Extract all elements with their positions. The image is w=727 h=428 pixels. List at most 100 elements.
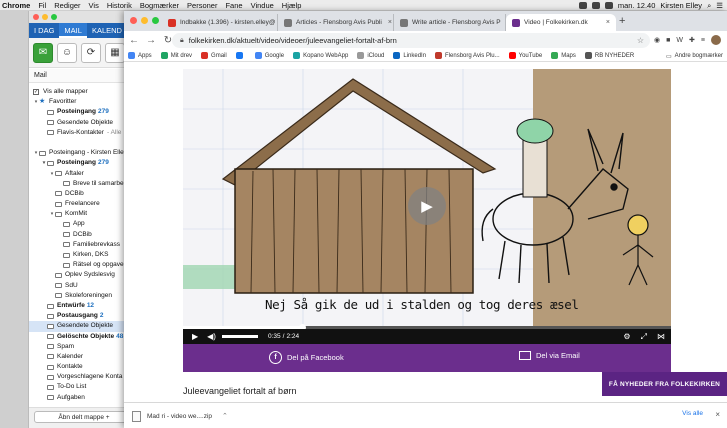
- menubar-clock[interactable]: man. 12.40: [618, 1, 656, 10]
- profile-avatar[interactable]: [710, 35, 721, 45]
- chevron-up-icon[interactable]: ⌃: [222, 412, 228, 420]
- menu-file[interactable]: Fil: [38, 1, 46, 10]
- folder-item[interactable]: Entwürfe 12: [29, 301, 139, 311]
- folder-item[interactable]: Aufgaben: [29, 393, 139, 403]
- download-filename[interactable]: Mad ri - video we....zip: [147, 413, 212, 420]
- folder-item[interactable]: ▾ ★ Favoritter: [29, 97, 139, 107]
- bookmark-item[interactable]: Maps: [551, 52, 576, 59]
- folder-item[interactable]: Flavis-Kontakter - Alle: [29, 128, 139, 138]
- menu-people[interactable]: Personer: [187, 1, 217, 10]
- folder-item[interactable]: Skoleforeningen: [29, 291, 139, 301]
- tab-mail[interactable]: MAIL: [59, 23, 87, 38]
- share-facebook-button[interactable]: f Del på Facebook: [269, 351, 344, 364]
- puzzle-icon[interactable]: ✚: [689, 36, 695, 44]
- bookmark-item[interactable]: [235, 52, 246, 59]
- address-bar[interactable]: 🔒︎ folkekirken.dk/aktuelt/video/videoer/…: [172, 33, 650, 48]
- folder-item[interactable]: ▾ Posteingang 279: [29, 158, 139, 168]
- other-bookmarks-folder[interactable]: ▭ Andre bogmærker: [666, 50, 723, 62]
- status-icon[interactable]: [578, 2, 587, 9]
- bookmark-item[interactable]: iCloud: [357, 52, 384, 59]
- fullscreen-icon[interactable]: ⤢: [641, 332, 647, 342]
- folder-item[interactable]: Spam: [29, 342, 139, 352]
- extension-icon[interactable]: ◉: [654, 36, 660, 44]
- settings-gear-icon[interactable]: ⚙: [623, 332, 630, 341]
- folder-item[interactable]: Kalender: [29, 352, 139, 362]
- download-item[interactable]: Mad ri - video we....zip ⌃: [132, 408, 228, 424]
- bookmark-item[interactable]: RB NYHEDER: [584, 52, 634, 59]
- url-text[interactable]: folkekirken.dk/aktuelt/video/videoer/jul…: [189, 36, 397, 45]
- wifi-icon[interactable]: [591, 2, 600, 9]
- folder-item[interactable]: SdU: [29, 281, 139, 291]
- folder-item[interactable]: Postausgang 2: [29, 311, 139, 321]
- bookmark-item[interactable]: Gmail: [201, 52, 227, 59]
- checkbox-icon[interactable]: ✓: [33, 89, 39, 96]
- close-window-button[interactable]: [33, 14, 39, 20]
- menubar-user[interactable]: Kirsten Elley: [660, 1, 702, 10]
- minimize-window-button[interactable]: [141, 17, 148, 24]
- show-all-downloads-link[interactable]: Vis alle: [682, 410, 703, 417]
- play-button[interactable]: ▶: [408, 187, 446, 225]
- new-tab-button[interactable]: +: [619, 15, 625, 27]
- folder-item[interactable]: Oplev Sydslesvig: [29, 270, 139, 280]
- menu-app-name[interactable]: Chrome: [2, 1, 30, 10]
- folder-item[interactable]: Kontakte: [29, 362, 139, 372]
- folder-item[interactable]: Gesendete Objekte: [29, 321, 139, 332]
- bookmark-item[interactable]: YouTube: [508, 52, 542, 59]
- bookmark-star-icon[interactable]: ☆: [637, 36, 644, 45]
- volume-slider[interactable]: [221, 335, 258, 338]
- sync-icon[interactable]: ⟳: [81, 42, 101, 63]
- folder-item[interactable]: Posteingang 279: [29, 107, 139, 117]
- bookmark-item[interactable]: Google: [254, 52, 284, 59]
- folder-item[interactable]: ▾ KomMit: [29, 209, 139, 219]
- folder-item[interactable]: DCBib: [29, 189, 139, 199]
- lock-icon[interactable]: 🔒︎: [180, 37, 184, 45]
- folder-item[interactable]: Gesendete Objekte: [29, 118, 139, 128]
- folder-item[interactable]: Gelöschte Objekte 48: [29, 332, 139, 342]
- menu-window[interactable]: Vindue: [251, 1, 274, 10]
- browser-tab-video[interactable]: Video | Folkekirken.dk ×: [506, 14, 616, 31]
- video-player[interactable]: ▶ Nej Så gik de ud i stalden og tog dere…: [183, 69, 671, 329]
- zoom-window-button[interactable]: [51, 14, 57, 20]
- close-tab-icon[interactable]: ×: [600, 19, 610, 26]
- minimize-window-button[interactable]: [42, 14, 48, 20]
- tab-today[interactable]: I DAG: [29, 23, 59, 38]
- forward-arrow-icon[interactable]: →: [144, 35, 158, 46]
- share-icon[interactable]: ⋈: [657, 332, 665, 341]
- menu-tab[interactable]: Fane: [225, 1, 242, 10]
- contact-card-icon[interactable]: ☺: [57, 42, 77, 63]
- folder-item[interactable]: To-Do List: [29, 382, 139, 392]
- play-toggle-icon[interactable]: ▶: [192, 332, 198, 341]
- menu-view[interactable]: Vis: [89, 1, 99, 10]
- menu-history[interactable]: Historik: [107, 1, 132, 10]
- calendar-icon[interactable]: ▦: [105, 42, 125, 63]
- back-arrow-icon[interactable]: ←: [127, 35, 141, 46]
- browser-tab-gmail[interactable]: Indbakke (1.396) - kirsten.elley@ ×: [162, 14, 278, 31]
- folder-item[interactable]: ▾ Posteingang - Kirsten Elley: [29, 148, 139, 158]
- extension-icon[interactable]: ■: [666, 37, 670, 44]
- extension-icon[interactable]: ≡: [701, 37, 705, 44]
- open-shared-folder-button[interactable]: Åbn delt mappe +: [34, 411, 134, 423]
- close-tab-icon[interactable]: ×: [382, 19, 392, 26]
- search-icon[interactable]: ⌕: [707, 1, 711, 11]
- newsletter-button[interactable]: FÅ NYHEDER FRA FOLKEKIRKEN: [602, 372, 727, 396]
- menu-list-icon[interactable]: ☰: [716, 1, 723, 10]
- show-all-folders-checkbox[interactable]: ✓ Vis alle mapper: [29, 87, 139, 97]
- menu-edit[interactable]: Rediger: [54, 1, 80, 10]
- folder-item[interactable]: Rätsel og opgave: [29, 260, 139, 270]
- menu-bookmarks[interactable]: Bogmærker: [140, 1, 179, 10]
- bookmark-item[interactable]: LinkedIn: [393, 52, 426, 59]
- folder-item[interactable]: Kirken, DKS: [29, 250, 139, 260]
- folder-item[interactable]: Vorgeschlagene Konta: [29, 372, 139, 382]
- folder-item[interactable]: Freelancere: [29, 199, 139, 209]
- menu-help[interactable]: Hjælp: [282, 1, 302, 10]
- folder-item[interactable]: ▾ Aftaler: [29, 169, 139, 179]
- folder-item[interactable]: DCBib: [29, 230, 139, 240]
- new-mail-button[interactable]: ✉: [33, 42, 53, 63]
- folder-item[interactable]: Familiebrevkass: [29, 240, 139, 250]
- extension-icon[interactable]: W: [676, 37, 683, 44]
- bookmark-item[interactable]: Flensborg Avis Plu...: [435, 52, 500, 59]
- bookmark-item[interactable]: Apps: [128, 52, 152, 59]
- browser-tab-articles[interactable]: Articles - Flensborg Avis Publi ×: [278, 14, 394, 31]
- bookmark-item[interactable]: Mit drev: [160, 52, 192, 59]
- battery-icon[interactable]: [604, 2, 613, 9]
